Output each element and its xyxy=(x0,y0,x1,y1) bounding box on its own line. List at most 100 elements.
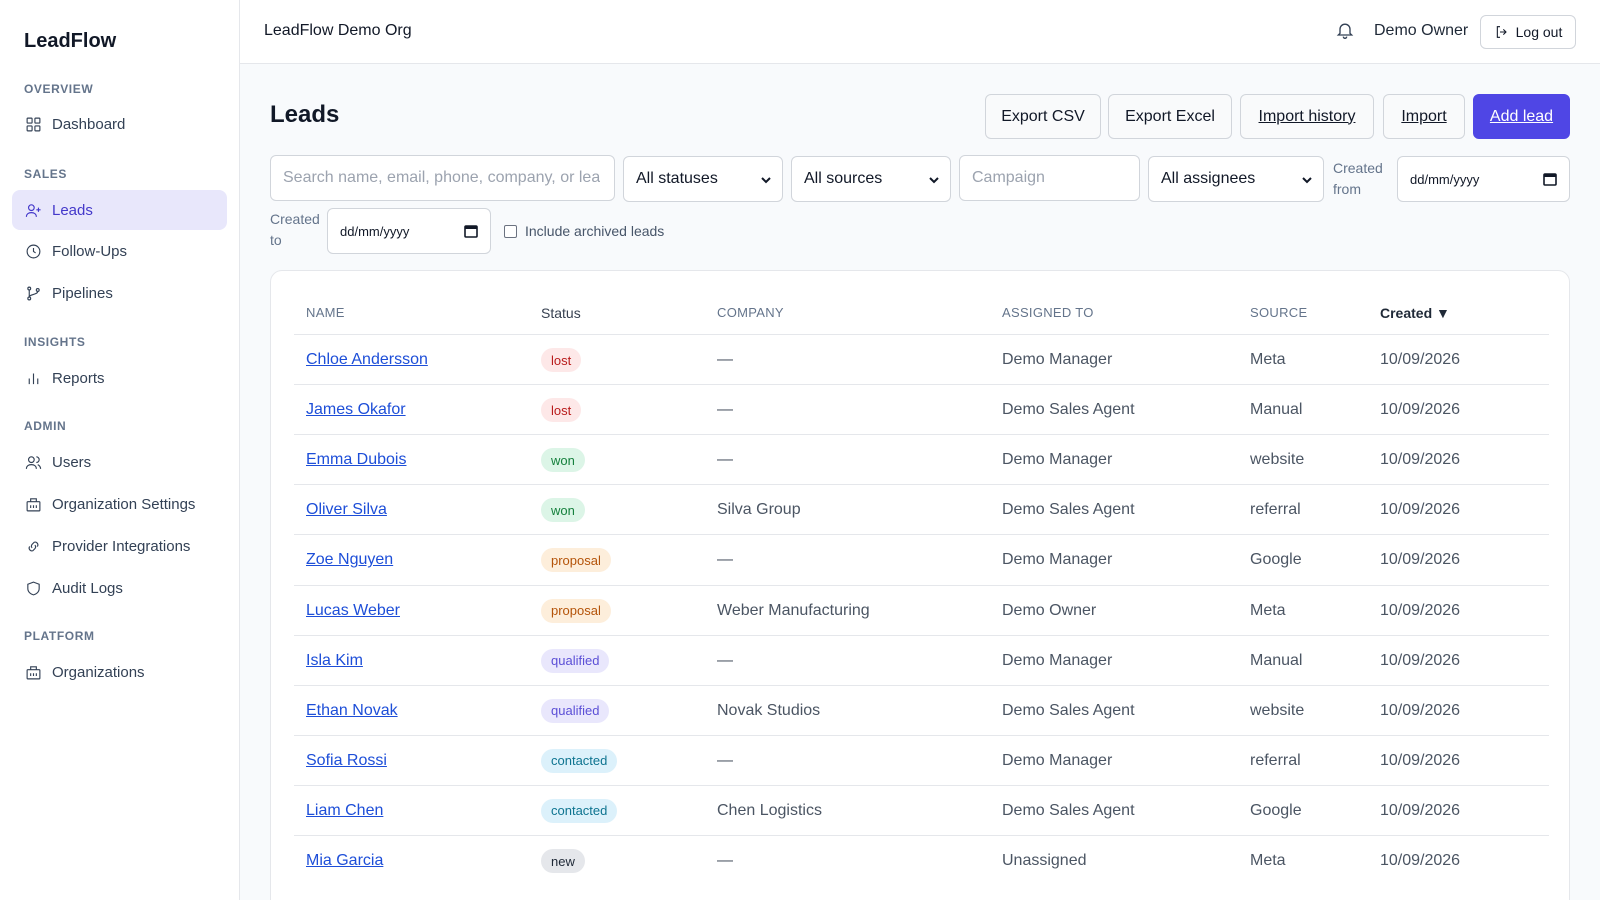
add-lead-button[interactable]: Add lead xyxy=(1473,94,1570,139)
lead-name-link[interactable]: Oliver Silva xyxy=(306,501,387,519)
column-header-status[interactable]: Status xyxy=(541,305,581,321)
sidebar-item-label: Leads xyxy=(52,201,93,219)
created-to-label-line-1: Created xyxy=(270,211,320,227)
company-cell: Chen Logistics xyxy=(717,801,822,819)
lead-name-link[interactable]: Zoe Nguyen xyxy=(306,551,393,569)
lead-name-link[interactable]: Liam Chen xyxy=(306,802,383,820)
lead-name-link[interactable]: James Okafor xyxy=(306,401,406,419)
sidebar-item-audit-logs[interactable]: Audit Logs xyxy=(12,568,227,608)
table-row[interactable]: James Okafor lost — Demo Sales Agent Manual 1… xyxy=(294,384,1549,434)
company-cell: — xyxy=(717,651,733,669)
grid-icon xyxy=(24,115,42,133)
export-excel-label: Export Excel xyxy=(1125,107,1215,125)
status-badge: won xyxy=(541,448,585,473)
company-cell: — xyxy=(717,351,733,368)
column-header-assigned-to[interactable]: ASSIGNED TO xyxy=(1002,305,1094,320)
campaign-input[interactable]: Campaign xyxy=(959,155,1140,201)
source-cell: Google xyxy=(1250,551,1302,569)
sidebar-item-leads[interactable]: Leads xyxy=(12,190,227,230)
sidebar-item-label: Pipelines xyxy=(52,284,113,302)
import-button[interactable]: Import xyxy=(1383,94,1465,139)
sidebar-item-pipelines[interactable]: Pipelines xyxy=(12,273,227,313)
source-cell: Manual xyxy=(1250,401,1303,419)
sidebar-item-dashboard[interactable]: Dashboard xyxy=(12,104,227,144)
source-cell: Manual xyxy=(1250,651,1303,669)
created-to-date-input[interactable]: dd/mm/yyyy xyxy=(327,208,491,254)
table-row[interactable]: Lucas Weber proposal Weber Manufacturing De… xyxy=(294,584,1549,635)
user-name[interactable]: Demo Owner xyxy=(1374,22,1468,40)
created-from-date-input[interactable]: dd/mm/yyyy xyxy=(1397,156,1570,202)
column-header-name[interactable]: NAME xyxy=(306,305,345,320)
sidebar-item-reports[interactable]: Reports xyxy=(12,358,227,398)
clock-icon xyxy=(24,242,42,260)
table-row[interactable]: Isla Kim qualified — Demo Manager Manual 10/0… xyxy=(294,634,1549,685)
search-input[interactable]: Search name, email, phone, company, or l… xyxy=(270,155,615,201)
lead-name-link[interactable]: Emma Dubois xyxy=(306,451,406,469)
created-cell: 10/09/2026 xyxy=(1380,601,1461,619)
add-lead-label: Add lead xyxy=(1489,107,1554,125)
assignee-select[interactable]: All assignees xyxy=(1148,156,1324,202)
column-header-source[interactable]: SOURCE xyxy=(1250,305,1307,320)
status-badge: contacted xyxy=(541,798,618,823)
lead-name-link[interactable]: Mia Garcia xyxy=(306,852,383,870)
building-icon xyxy=(24,495,42,513)
nav-section-overview: OVERVIEW xyxy=(24,82,94,96)
table-row[interactable]: Liam Chen contacted Chen Logistics Demo Sal… xyxy=(294,784,1549,835)
sidebar-item-label: Organizations xyxy=(52,663,145,681)
status-badge: won xyxy=(541,498,585,523)
assigned-to-cell: Demo Sales Agent xyxy=(1002,401,1135,419)
table-row[interactable]: Emma Dubois won — Demo Manager website 10/09/… xyxy=(294,434,1549,484)
bell-icon[interactable] xyxy=(1335,20,1357,42)
logout-button[interactable]: Log out xyxy=(1480,15,1576,49)
page-title: Leads xyxy=(270,101,340,128)
source-cell: Google xyxy=(1250,801,1302,819)
status-badge: lost xyxy=(541,348,582,372)
sidebar-item-users[interactable]: Users xyxy=(12,442,227,482)
table-row[interactable]: Zoe Nguyen proposal — Demo Manager Google 10/… xyxy=(294,534,1549,584)
assigned-to-cell: Demo Manager xyxy=(1002,551,1113,569)
sidebar-item-label: Follow-Ups xyxy=(52,242,128,260)
app-logo[interactable]: LeadFlow xyxy=(24,30,116,53)
lead-name-link[interactable]: Sofia Rossi xyxy=(306,752,387,770)
lead-name-link[interactable]: Chloe Andersson xyxy=(306,351,428,369)
building-icon xyxy=(24,663,42,681)
include-archived-label[interactable]: Include archived leads xyxy=(525,223,664,239)
company-cell: — xyxy=(717,401,733,419)
source-select[interactable]: All sources xyxy=(791,156,951,202)
table-row[interactable]: Ethan Novak qualified Novak Studios Demo Sa… xyxy=(294,684,1549,735)
lead-name-link[interactable]: Isla Kim xyxy=(306,652,363,670)
column-header-created[interactable]: Created ▼ xyxy=(1380,305,1450,321)
sidebar-item-organizations[interactable]: Organizations xyxy=(12,652,227,692)
calendar-icon[interactable] xyxy=(464,224,478,238)
sidebar-item-follow-ups[interactable]: Follow-Ups xyxy=(12,231,227,271)
table-row[interactable]: Chloe Andersson lost — Demo Manager Meta 10/0… xyxy=(294,334,1549,384)
export-csv-button[interactable]: Export CSV xyxy=(985,94,1101,139)
source-cell: Meta xyxy=(1250,351,1286,368)
status-select[interactable]: All statuses xyxy=(623,156,783,202)
created-to-date-value: dd/mm/yyyy xyxy=(340,223,410,239)
table-row[interactable]: Oliver Silva won Silva Group Demo Sales Age… xyxy=(294,484,1549,534)
created-cell: 10/09/2026 xyxy=(1380,351,1461,368)
table-row[interactable]: Sofia Rossi contacted — Demo Manager referra… xyxy=(294,734,1549,785)
column-header-company[interactable]: COMPANY xyxy=(717,305,784,320)
created-to-label-line-2: to xyxy=(270,232,282,248)
calendar-icon[interactable] xyxy=(1543,172,1557,186)
status-badge: qualified xyxy=(541,648,610,673)
created-cell: 10/09/2026 xyxy=(1380,852,1461,869)
include-archived-checkbox[interactable] xyxy=(504,225,517,238)
created-cell: 10/09/2026 xyxy=(1380,801,1461,819)
lead-name-link[interactable]: Ethan Novak xyxy=(306,702,398,720)
nav-section-admin: ADMIN xyxy=(24,419,67,433)
import-history-button[interactable]: Import history xyxy=(1240,94,1374,139)
sidebar-item-organization-settings[interactable]: Organization Settings xyxy=(12,484,227,524)
lead-name-link[interactable]: Lucas Weber xyxy=(306,602,400,620)
export-excel-button[interactable]: Export Excel xyxy=(1108,94,1232,139)
company-cell: — xyxy=(717,551,733,569)
sidebar-item-label: Organization Settings xyxy=(52,495,196,513)
table-row[interactable]: Mia Garcia new — Unassigned Meta 10/09/2026 xyxy=(294,835,1549,885)
company-cell: Silva Group xyxy=(717,501,801,519)
sidebar-item-provider-integrations[interactable]: Provider Integrations xyxy=(12,526,227,566)
created-cell: 10/09/2026 xyxy=(1380,451,1461,469)
source-select-value: All sources xyxy=(804,170,883,187)
nav-section-platform: PLATFORM xyxy=(24,629,95,643)
